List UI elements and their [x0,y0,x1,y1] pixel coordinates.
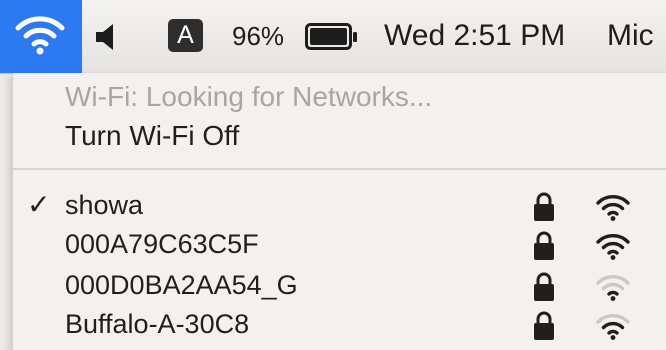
wifi-signal-icon [596,314,630,340]
menu-separator [13,168,666,170]
network-name: showa [65,190,144,220]
menu-bar: A 96% Wed 2:51 PM Mic [0,0,666,74]
network-name: Buffalo-A-30C8 [65,309,250,339]
network-item-buffalo-a-30c8[interactable]: Buffalo-A-30C8 [13,309,666,345]
lock-icon [534,311,554,340]
input-source-menu[interactable]: A [168,19,203,52]
turn-wifi-off-item[interactable]: Turn Wi-Fi Off [65,120,239,152]
lock-icon [534,192,554,221]
network-name: 000D0BA2AA54_G [65,270,298,300]
lock-icon [534,231,554,260]
wifi-dropdown-menu: Wi-Fi: Looking for Networks... Turn Wi-F… [12,73,666,350]
wifi-menu-extra[interactable] [0,0,82,73]
checkmark-icon: ✓ [27,189,51,220]
wifi-signal-icon [596,275,630,301]
lock-icon [534,272,554,301]
speaker-icon[interactable] [94,24,120,50]
wifi-signal-icon [596,195,630,221]
user-menu[interactable]: Mic [607,19,654,53]
wifi-icon [15,16,65,55]
wifi-signal-icon [596,234,630,260]
clock[interactable]: Wed 2:51 PM [384,19,565,53]
network-item-000d0ba2aa54-g[interactable]: 000D0BA2AA54_G [13,270,666,306]
network-name: 000A79C63C5F [65,229,259,259]
network-item-showa[interactable]: ✓ showa [13,189,666,226]
wifi-status-text: Wi-Fi: Looking for Networks... [65,81,433,112]
battery-icon[interactable] [305,23,359,51]
battery-percent[interactable]: 96% [232,21,284,52]
network-item-000a79c63c5f[interactable]: 000A79C63C5F [13,229,666,265]
